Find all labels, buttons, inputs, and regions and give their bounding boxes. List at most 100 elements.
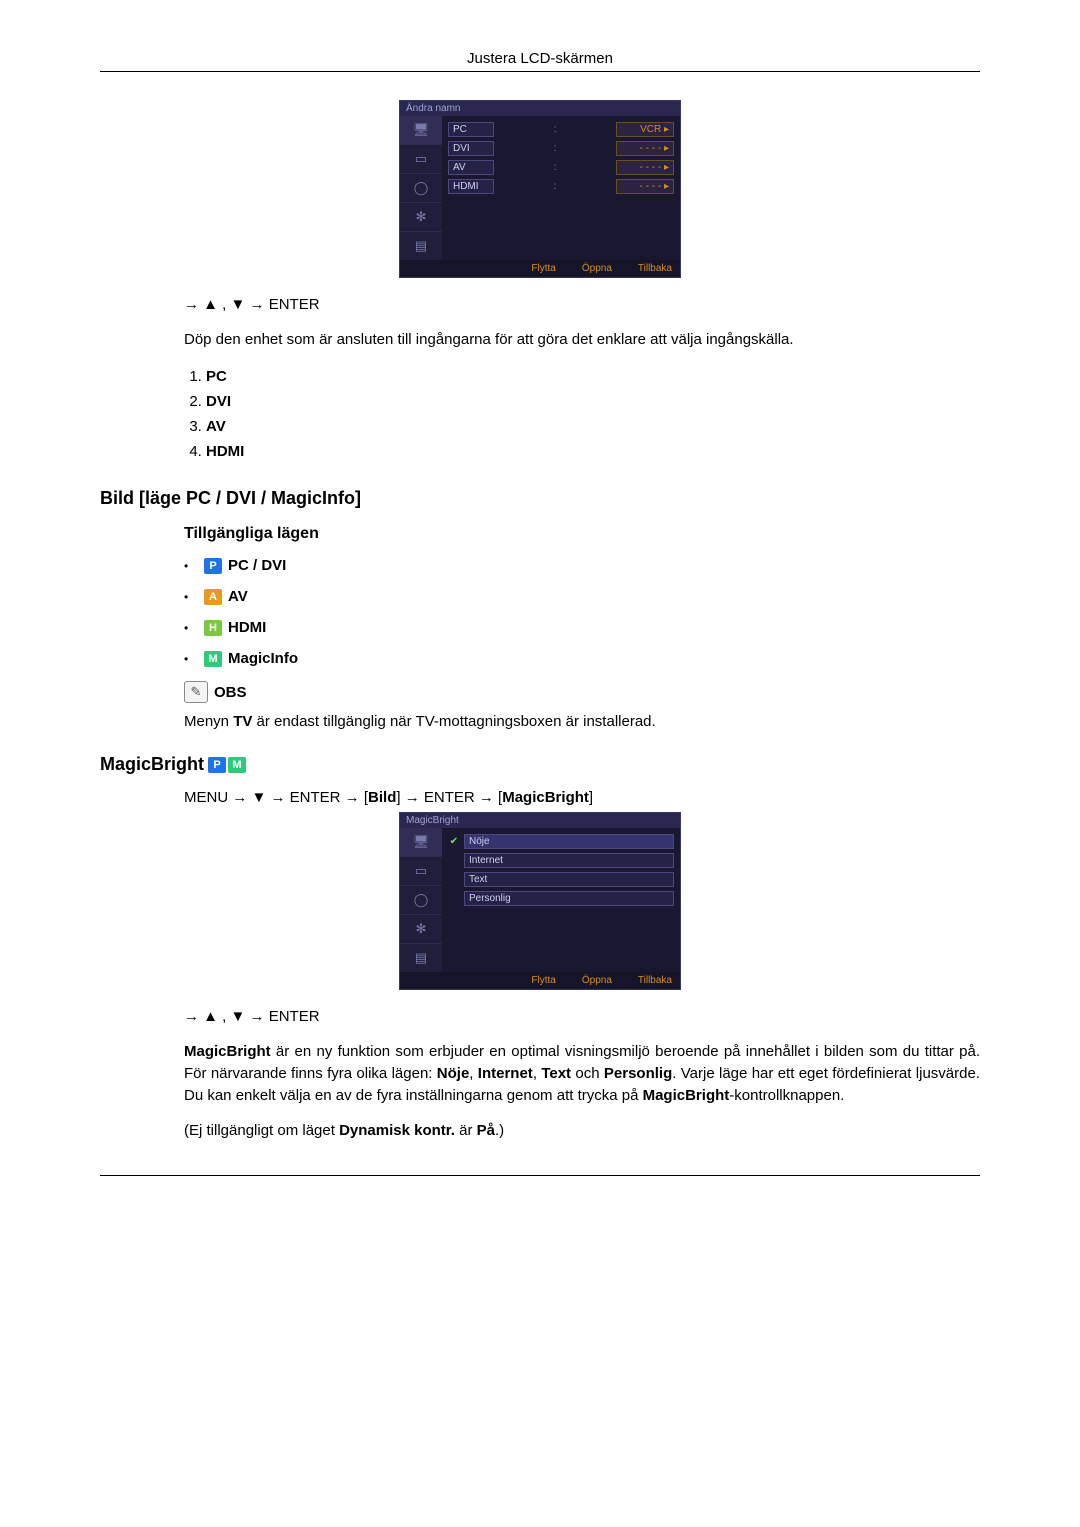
availability-note: (Ej tillgängligt om läget Dynamisk kontr… bbox=[184, 1122, 980, 1139]
page-header: Justera LCD-skärmen bbox=[100, 50, 980, 67]
divider-bottom bbox=[100, 1175, 980, 1176]
mode-item-pcdvi: • P PC / DVI bbox=[184, 557, 980, 574]
osd-magicbright: MagicBright 🖥 ▭ ◯ ✻ ▤ ✔ Nöje Internet bbox=[399, 812, 681, 990]
tv-note-pre: Menyn bbox=[184, 713, 233, 730]
osd-title: MagicBright bbox=[400, 813, 680, 828]
osd-sidebar-icon: ▭ bbox=[400, 856, 442, 885]
osd-foot-open: Öppna bbox=[570, 975, 612, 986]
magicbright-heading-text: MagicBright bbox=[100, 754, 204, 775]
tv-note-bold: TV bbox=[233, 713, 252, 730]
desc-rename: Döp den enhet som är ansluten till ingån… bbox=[184, 329, 980, 350]
osd-row-value: - - - - ▸ bbox=[616, 160, 674, 175]
osd-option-text: Text bbox=[448, 872, 674, 887]
osd-sidebar-icon: ▤ bbox=[400, 231, 442, 260]
osd-footer: Flytta Öppna Tillbaka bbox=[400, 260, 680, 277]
osd-row-pc: PC : VCR ▸ bbox=[448, 122, 674, 137]
check-icon bbox=[448, 893, 460, 905]
avail-text: .) bbox=[495, 1122, 504, 1139]
path-text: ] → ENTER → [ bbox=[396, 789, 502, 806]
osd-foot-back: Tillbaka bbox=[626, 263, 672, 274]
section-bild-heading: Bild [läge PC / DVI / MagicInfo] bbox=[100, 488, 980, 509]
bullet-icon: • bbox=[184, 621, 198, 635]
osd-row-sep: : bbox=[500, 143, 610, 154]
divider-top bbox=[100, 71, 980, 72]
osd-option-personlig: Personlig bbox=[448, 891, 674, 906]
mb-desc-bold: Personlig bbox=[604, 1065, 672, 1082]
bullet-icon: • bbox=[184, 652, 198, 666]
osd-row-value: - - - - ▸ bbox=[616, 179, 674, 194]
mb-desc-bold: Nöje bbox=[437, 1065, 470, 1082]
mb-desc-bold: MagicBright bbox=[184, 1043, 271, 1060]
osd-option-noje: ✔ Nöje bbox=[448, 834, 674, 849]
nav-sequence-2: → ▲ , ▼ → ENTER bbox=[184, 1008, 980, 1025]
osd-option-label: Text bbox=[464, 872, 674, 887]
path-text: MENU → ▼ → ENTER → [ bbox=[184, 789, 368, 806]
list-item: HDMI bbox=[206, 443, 980, 460]
check-icon: ✔ bbox=[448, 836, 460, 848]
badge-h-icon: H bbox=[204, 620, 222, 636]
osd-row-value: - - - - ▸ bbox=[616, 141, 674, 156]
osd-foot-back: Tillbaka bbox=[626, 975, 672, 986]
osd-sidebar-icon: ✻ bbox=[400, 202, 442, 231]
mb-desc-text: , bbox=[469, 1065, 478, 1082]
input-label: HDMI bbox=[206, 443, 244, 460]
osd-sidebar-icon: ✻ bbox=[400, 914, 442, 943]
menu-path: MENU → ▼ → ENTER → [Bild] → ENTER → [Mag… bbox=[184, 789, 980, 806]
path-text: ] bbox=[589, 789, 593, 806]
magicbright-heading: MagicBright P M bbox=[100, 754, 980, 775]
avail-bold: På bbox=[477, 1122, 495, 1139]
osd-sidebar-icon: 🖥 bbox=[400, 828, 442, 856]
osd-andra-namn: Ändra namn 🖥 ▭ ◯ ✻ ▤ PC : VCR ▸ DVI : - … bbox=[399, 100, 681, 278]
mode-item-av: • A AV bbox=[184, 588, 980, 605]
badge-p-icon: P bbox=[208, 757, 226, 773]
mode-label: MagicInfo bbox=[228, 650, 298, 667]
badge-m-icon: M bbox=[204, 651, 222, 667]
osd-row-label: AV bbox=[448, 160, 494, 175]
osd-row-hdmi: HDMI : - - - - ▸ bbox=[448, 179, 674, 194]
obs-label: OBS bbox=[214, 684, 247, 701]
mode-item-magicinfo: • M MagicInfo bbox=[184, 650, 980, 667]
list-item: AV bbox=[206, 418, 980, 435]
input-label: DVI bbox=[206, 393, 231, 410]
obs-block: ✎ OBS bbox=[184, 681, 980, 703]
osd-footer: Flytta Öppna Tillbaka bbox=[400, 972, 680, 989]
mb-desc-text: och bbox=[571, 1065, 604, 1082]
note-icon: ✎ bbox=[184, 681, 208, 703]
osd-sidebar-icon: ◯ bbox=[400, 885, 442, 914]
sub-modes-heading: Tillgängliga lägen bbox=[184, 525, 980, 543]
avail-bold: Dynamisk kontr. bbox=[339, 1122, 455, 1139]
mode-label: AV bbox=[228, 588, 248, 605]
osd-foot-move: Flytta bbox=[519, 975, 555, 986]
path-bold: Bild bbox=[368, 789, 396, 806]
osd-row-sep: : bbox=[500, 162, 610, 173]
osd-row-sep: : bbox=[500, 181, 610, 192]
avail-text: är bbox=[455, 1122, 477, 1139]
osd-foot-open: Öppna bbox=[570, 263, 612, 274]
input-list: PC DVI AV HDMI bbox=[184, 368, 980, 460]
check-icon bbox=[448, 855, 460, 867]
mb-desc-bold: Text bbox=[541, 1065, 571, 1082]
osd-sidebar-icon: ◯ bbox=[400, 173, 442, 202]
badge-a-icon: A bbox=[204, 589, 222, 605]
mb-desc-bold: Internet bbox=[478, 1065, 533, 1082]
input-label: AV bbox=[206, 418, 226, 435]
tv-note: Menyn TV är endast tillgänglig när TV-mo… bbox=[184, 713, 980, 730]
list-item: DVI bbox=[206, 393, 980, 410]
osd-option-label: Personlig bbox=[464, 891, 674, 906]
osd-row-av: AV : - - - - ▸ bbox=[448, 160, 674, 175]
mb-desc-text: -kontrollknappen. bbox=[729, 1087, 844, 1104]
avail-text: (Ej tillgängligt om läget bbox=[184, 1122, 339, 1139]
input-label: PC bbox=[206, 368, 227, 385]
available-modes-list: • P PC / DVI • A AV • H HDMI • M MagicIn… bbox=[184, 557, 980, 667]
badge-p-icon: P bbox=[204, 558, 222, 574]
osd-sidebar-icon: 🖥 bbox=[400, 116, 442, 144]
path-bold: MagicBright bbox=[502, 789, 589, 806]
mode-item-hdmi: • H HDMI bbox=[184, 619, 980, 636]
osd-row-label: PC bbox=[448, 122, 494, 137]
osd-title: Ändra namn bbox=[400, 101, 680, 116]
osd-row-sep: : bbox=[500, 124, 610, 135]
osd-row-value: VCR ▸ bbox=[616, 122, 674, 137]
mode-label: PC / DVI bbox=[228, 557, 286, 574]
bullet-icon: • bbox=[184, 590, 198, 604]
list-item: PC bbox=[206, 368, 980, 385]
